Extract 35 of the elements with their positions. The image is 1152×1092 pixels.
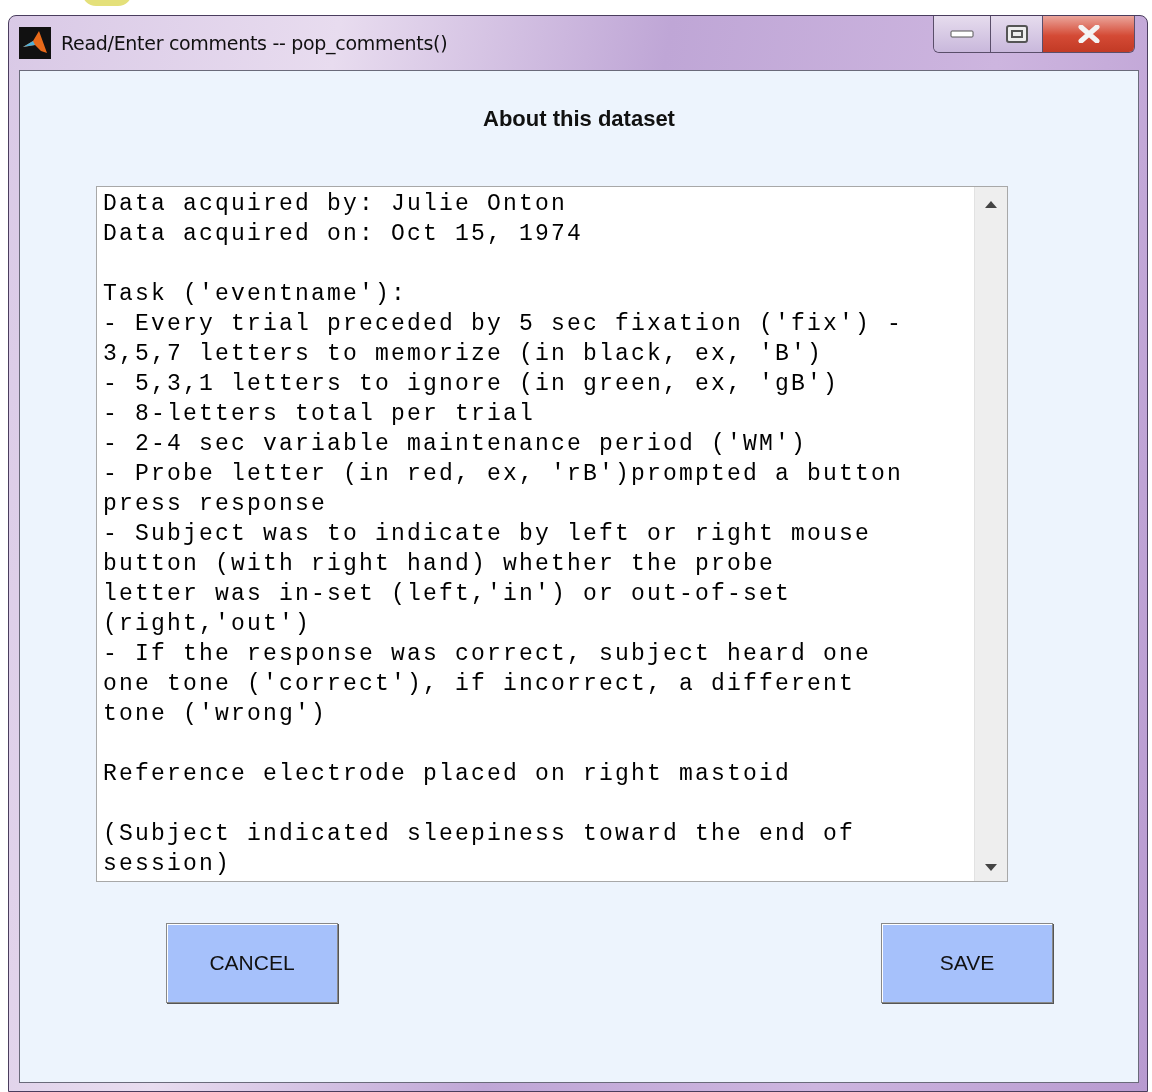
- comment-line: - 5,3,1 letters to ignore (in green, ex, 'gB'): [103, 370, 841, 399]
- maximize-icon: [1005, 25, 1028, 43]
- comment-line: letter was in-set (left,'in') or out-of-set: [103, 580, 793, 609]
- maximize-button[interactable]: [990, 16, 1042, 52]
- comment-line: - Every trial preceded by 5 sec fixation ('fix') -: [103, 310, 905, 339]
- dialog-heading: About this dataset: [483, 106, 675, 132]
- app-logo-icon: [19, 27, 51, 59]
- comment-line: - If the response was correct, subject heard one: [103, 640, 873, 669]
- save-button[interactable]: SAVE: [881, 923, 1053, 1003]
- minimize-button[interactable]: [934, 16, 990, 52]
- comment-line: 3,5,7 letters to memorize (in black, ex, 'B'): [103, 340, 825, 369]
- minimize-icon: [950, 29, 974, 39]
- comment-line: - 2-4 sec variable maintenance period ('WM'): [103, 430, 809, 459]
- comment-line: one tone ('correct'), if incorrect, a different: [103, 670, 857, 699]
- window-title: Read/Enter comments -- pop_comments(): [61, 32, 448, 54]
- comment-line: Data acquired on: Oct 15, 1974: [103, 220, 585, 249]
- scroll-down-icon[interactable]: [985, 864, 997, 871]
- comment-line: - Probe letter (in red, ex, 'rB')prompted a button: [103, 460, 905, 489]
- cancel-button[interactable]: CANCEL: [166, 923, 338, 1003]
- comment-line: tone ('wrong'): [103, 700, 329, 729]
- scrollbar[interactable]: [974, 187, 1007, 881]
- comment-line: button (with right hand) whether the probe: [103, 550, 777, 579]
- comment-line: Data acquired by: Julie Onton: [103, 190, 569, 219]
- comment-line: Reference electrode placed on right mastoid: [103, 760, 793, 789]
- close-button[interactable]: [1042, 16, 1134, 52]
- comment-line: Task ('eventname'):: [103, 280, 409, 309]
- comment-line: (Subject indicated sleepiness toward the end of: [103, 820, 857, 849]
- comment-line: - Subject was to indicate by left or right mouse: [103, 520, 873, 549]
- comment-line: (right,'out'): [103, 610, 313, 639]
- comments-textarea[interactable]: [96, 186, 1008, 882]
- comment-line: press response: [103, 490, 329, 519]
- comment-line: - 8-letters total per trial: [103, 400, 537, 429]
- scroll-up-icon[interactable]: [985, 201, 997, 208]
- comment-line: session): [103, 850, 233, 879]
- close-icon: [1077, 25, 1100, 43]
